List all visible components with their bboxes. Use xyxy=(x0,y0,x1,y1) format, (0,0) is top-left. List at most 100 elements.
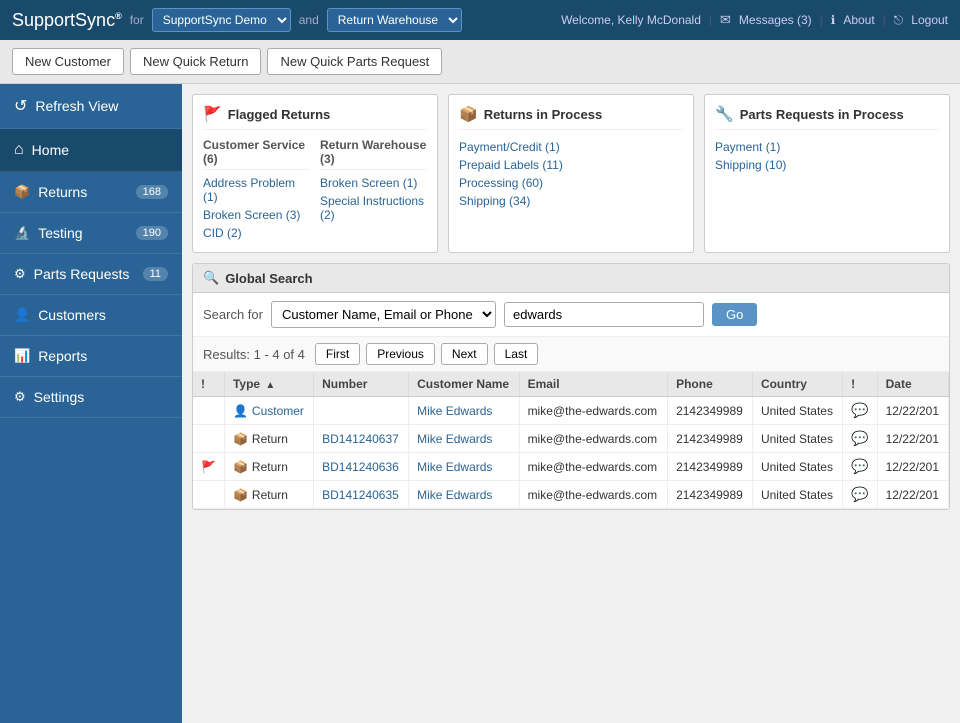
sidebar-item-returns[interactable]: 📦 Returns 168 xyxy=(0,172,182,213)
parts-in-process-label: Parts Requests in Process xyxy=(740,107,904,122)
sidebar-item-refresh[interactable]: ↺ Refresh View xyxy=(0,84,182,129)
col-header-customer-name[interactable]: Customer Name xyxy=(409,372,519,397)
col-header-country[interactable]: Country xyxy=(752,372,842,397)
shipping-pip-link[interactable]: Shipping (10) xyxy=(715,156,939,174)
row-customer-name[interactable]: Mike Edwards xyxy=(409,397,519,425)
row-email: mike@the-edwards.com xyxy=(519,481,668,509)
address-problem-link[interactable]: Address Problem (1) xyxy=(203,174,310,206)
row-number[interactable]: BD141240637 xyxy=(314,425,409,453)
info-icon: ℹ xyxy=(831,13,836,27)
search-input[interactable] xyxy=(504,302,704,327)
type-label: Return xyxy=(252,432,288,446)
row-number[interactable] xyxy=(314,397,409,425)
row-date: 12/22/201 xyxy=(877,397,948,425)
row-msg-icon[interactable]: 💬 xyxy=(843,425,877,453)
sidebar-item-label: Customers xyxy=(38,307,106,323)
logout-icon: ⎋ xyxy=(894,13,904,28)
broken-screen-rw-link[interactable]: Broken Screen (1) xyxy=(320,174,427,192)
row-msg-icon[interactable]: 💬 xyxy=(843,453,877,481)
type-label: Return xyxy=(252,460,288,474)
row-msg-icon[interactable]: 💬 xyxy=(843,481,877,509)
col-header-type[interactable]: Type ▲ xyxy=(224,372,313,397)
cid-link[interactable]: CID (2) xyxy=(203,224,310,242)
parts-in-process-title: 🔧 Parts Requests in Process xyxy=(715,105,939,130)
logout-link[interactable]: Logout xyxy=(911,13,948,27)
row-customer-name[interactable]: Mike Edwards xyxy=(409,425,519,453)
logo-reg: ® xyxy=(115,11,122,21)
new-quick-return-button[interactable]: New Quick Return xyxy=(130,48,261,75)
type-icon: 📦 xyxy=(233,460,248,474)
special-instructions-link[interactable]: Special Instructions (2) xyxy=(320,192,427,224)
go-button[interactable]: Go xyxy=(712,303,757,326)
shipping-rip-link[interactable]: Shipping (34) xyxy=(459,192,683,210)
sidebar-item-testing[interactable]: 🔬 Testing 190 xyxy=(0,213,182,254)
prepaid-labels-link[interactable]: Prepaid Labels (11) xyxy=(459,156,683,174)
messages-link[interactable]: Messages (3) xyxy=(739,13,812,27)
processing-link[interactable]: Processing (60) xyxy=(459,174,683,192)
row-number[interactable]: BD141240635 xyxy=(314,481,409,509)
parts-in-process-card: 🔧 Parts Requests in Process Payment (1) … xyxy=(704,94,950,253)
returns-badge: 168 xyxy=(136,185,168,199)
new-customer-button[interactable]: New Customer xyxy=(12,48,124,75)
for-label: for xyxy=(130,13,144,27)
welcome-text: Welcome, Kelly McDonald xyxy=(561,13,701,27)
sidebar-item-label: Settings xyxy=(34,389,85,405)
logo: SupportSync® xyxy=(12,10,122,31)
message-icon: 💬 xyxy=(851,458,868,474)
payment-credit-link[interactable]: Payment/Credit (1) xyxy=(459,138,683,156)
sidebar-item-reports[interactable]: 📊 Reports xyxy=(0,336,182,377)
broken-screen-cs-link[interactable]: Broken Screen (3) xyxy=(203,206,310,224)
layout: ↺ Refresh View ⌂ Home 📦 Returns 168 🔬 Te… xyxy=(0,84,960,723)
type-label: Customer xyxy=(252,404,304,418)
message-icon: 💬 xyxy=(851,402,868,418)
results-text: Results: 1 - 4 of 4 xyxy=(203,347,305,362)
search-type-select[interactable]: Customer Name, Email or Phone Return Num… xyxy=(271,301,496,328)
payment-pip-link[interactable]: Payment (1) xyxy=(715,138,939,156)
row-phone: 2142349989 xyxy=(668,453,753,481)
row-type: 📦 Return xyxy=(224,453,313,481)
table-row[interactable]: 🚩📦ReturnBD141240636Mike Edwardsmike@the-… xyxy=(193,453,949,481)
col-header-msg: ! xyxy=(843,372,877,397)
search-bar: Search for Customer Name, Email or Phone… xyxy=(193,293,949,337)
sort-arrow-type: ▲ xyxy=(265,380,275,391)
sidebar-item-parts[interactable]: ⚙ Parts Requests 11 xyxy=(0,254,182,295)
sidebar-item-home[interactable]: ⌂ Home xyxy=(0,129,182,172)
row-msg-icon[interactable]: 💬 xyxy=(843,397,877,425)
flagged-returns-title: 🚩 Flagged Returns xyxy=(203,105,427,130)
search-section: 🔍 Global Search Search for Customer Name… xyxy=(192,263,950,510)
returns-in-process-card: 📦 Returns in Process Payment/Credit (1) … xyxy=(448,94,694,253)
warehouse-select[interactable]: Return Warehouse xyxy=(327,8,462,32)
company-select[interactable]: SupportSync Demo xyxy=(152,8,291,32)
return-warehouse-header: Return Warehouse (3) xyxy=(320,138,427,170)
col-header-number[interactable]: Number xyxy=(314,372,409,397)
message-icon: 💬 xyxy=(851,486,868,502)
sidebar-item-settings[interactable]: ⚙ Settings xyxy=(0,377,182,418)
logo-bold: Support xyxy=(12,10,75,30)
table-row[interactable]: 👤CustomerMike Edwardsmike@the-edwards.co… xyxy=(193,397,949,425)
header: SupportSync® for SupportSync Demo and Re… xyxy=(0,0,960,40)
previous-button[interactable]: Previous xyxy=(366,343,435,365)
last-button[interactable]: Last xyxy=(494,343,539,365)
col-header-phone[interactable]: Phone xyxy=(668,372,753,397)
testing-icon: 🔬 xyxy=(14,225,30,241)
row-number[interactable]: BD141240636 xyxy=(314,453,409,481)
row-email: mike@the-edwards.com xyxy=(519,425,668,453)
col-header-email[interactable]: Email xyxy=(519,372,668,397)
about-link[interactable]: About xyxy=(843,13,874,27)
search-for-label: Search for xyxy=(203,307,263,322)
new-quick-parts-button[interactable]: New Quick Parts Request xyxy=(267,48,442,75)
first-button[interactable]: First xyxy=(315,343,360,365)
flagged-returns-label: Flagged Returns xyxy=(228,107,331,122)
table-row[interactable]: 📦ReturnBD141240637Mike Edwardsmike@the-e… xyxy=(193,425,949,453)
row-country: United States xyxy=(752,453,842,481)
row-email: mike@the-edwards.com xyxy=(519,397,668,425)
results-table: ! Type ▲ Number Customer Name Email Phon… xyxy=(193,372,949,509)
col-header-date[interactable]: Date xyxy=(877,372,948,397)
row-customer-name[interactable]: Mike Edwards xyxy=(409,453,519,481)
message-icon: 💬 xyxy=(851,430,868,446)
row-customer-name[interactable]: Mike Edwards xyxy=(409,481,519,509)
next-button[interactable]: Next xyxy=(441,343,488,365)
customer-service-header: Customer Service (6) xyxy=(203,138,310,170)
table-row[interactable]: 📦ReturnBD141240635Mike Edwardsmike@the-e… xyxy=(193,481,949,509)
sidebar-item-customers[interactable]: 👤 Customers xyxy=(0,295,182,336)
